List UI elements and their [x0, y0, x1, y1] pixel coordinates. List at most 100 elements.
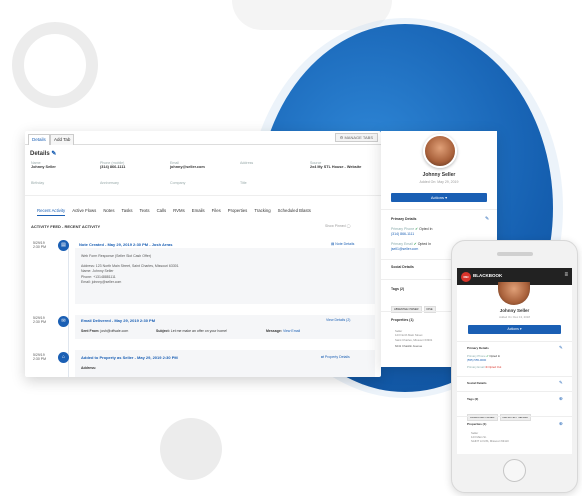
property-item[interactable]: Seller 123 North Main Street Saint Charl… — [395, 329, 432, 349]
add-icon[interactable]: ⊕ — [559, 396, 563, 402]
nav-emails[interactable]: Emails — [192, 208, 205, 213]
primary-email-row: Primary Email ✔ Opted In — [391, 242, 431, 246]
primary-email-value[interactable]: jsell1@seller.com — [391, 247, 418, 251]
divider — [25, 195, 381, 196]
tab-add[interactable]: Add Tab — [50, 134, 75, 145]
details-title-text: Details — [30, 151, 50, 157]
social-heading: Social Details — [467, 381, 487, 385]
check-icon: ✔ — [415, 227, 419, 231]
activity-date: 5/29/19 2:30 PM — [33, 241, 46, 249]
phone-label: Primary Phone — [391, 227, 415, 231]
edit-icon[interactable]: ✎ — [51, 151, 56, 157]
tag-list: ABSENTEE OWNER DISE — [391, 297, 438, 315]
marketing-stage: Details Add Tab ⚙ MANAGE TABS Details ✎ … — [0, 0, 582, 496]
nav-active-flows[interactable]: Active Flows — [72, 208, 96, 213]
decor-dot — [160, 418, 222, 480]
manage-tabs-button[interactable]: ⚙ MANAGE TABS — [334, 133, 378, 142]
note-icon: ▤ — [58, 240, 69, 251]
contact-added: Added On: May 29, 2019 — [419, 180, 459, 184]
tab-details[interactable]: Details — [28, 134, 50, 145]
nav-rvms[interactable]: RVMs — [173, 208, 185, 213]
show-pinned-label: Show Pinned — [325, 224, 346, 228]
decor-ring — [12, 22, 98, 108]
sent-from-label: Sent From: — [81, 329, 100, 333]
view-details-link[interactable]: View Details (2) — [326, 318, 350, 322]
field-value: johnny@seller.com — [170, 165, 205, 169]
field-value: (314) 866-1111 — [100, 165, 126, 169]
add-icon[interactable]: ⊕ — [559, 421, 563, 427]
edit-icon[interactable]: ✎ — [559, 345, 563, 351]
primary-details-heading: Primary Details — [467, 346, 489, 350]
nav-recent-activity[interactable]: Recent Activity — [37, 208, 66, 216]
nav-texts[interactable]: Texts — [140, 208, 150, 213]
property-details-label: Property Details — [324, 355, 350, 359]
actions-button[interactable]: Actions ▾ — [391, 193, 487, 202]
field-name: Name Johnny Seller — [31, 161, 101, 169]
contact-added: Added On: Dec 13, 2018 — [499, 315, 530, 319]
field-value: 2x4 My STL House - Website — [310, 165, 362, 169]
activity-date: 5/29/19 2:30 PM — [33, 353, 46, 361]
property-details-link[interactable]: ⇄ Property Details — [321, 355, 350, 359]
field-company: Company — [170, 181, 186, 185]
email-status: Opted Out — [488, 365, 502, 369]
divider — [381, 209, 497, 210]
brand-logo: REI — [461, 272, 471, 282]
nav-files[interactable]: Files — [212, 208, 221, 213]
email-status: Opted In — [417, 242, 432, 246]
avatar — [423, 134, 457, 168]
email-meta: Sent From: josh@offsale.com — [81, 329, 128, 333]
actions-label: Actions — [507, 327, 519, 331]
field-email: Email johnny@seller.com — [170, 161, 240, 169]
field-value: Johnny Seller — [31, 165, 56, 169]
nav-tracking[interactable]: Tracking — [254, 208, 270, 213]
contact-name: Johnny Seller — [422, 172, 456, 178]
tags-heading: Tags (2) — [391, 287, 405, 291]
phone-status: Opted In — [489, 354, 501, 358]
primary-phone-row: Primary Phone ✔ Opted In — [391, 227, 433, 231]
nav-calls[interactable]: Calls — [157, 208, 167, 213]
edit-icon[interactable]: ✎ — [485, 216, 489, 222]
primary-phone-value[interactable]: (314) 866-1111 — [391, 232, 414, 236]
email-label: Primary Email — [391, 242, 413, 246]
address-label: Address: — [81, 366, 97, 370]
divider — [457, 341, 572, 342]
property-item[interactable]: Seller 123 Main St. SAINT LOUIS, Missour… — [471, 431, 509, 444]
edit-icon[interactable]: ✎ — [559, 380, 563, 386]
show-pinned-toggle[interactable]: Show Pinned ◯ — [325, 224, 351, 228]
actions-button[interactable]: Actions ▾ — [468, 325, 561, 334]
divider — [457, 416, 572, 417]
activity-nav: Recent Activity Active Flows Notes Tasks Tex… — [37, 208, 318, 216]
nav-properties[interactable]: Properties — [228, 208, 248, 213]
home-icon: ⌂ — [58, 352, 69, 363]
field-address: Address — [240, 161, 300, 165]
actions-label: Actions — [430, 195, 444, 200]
phone-home-button[interactable] — [503, 459, 526, 482]
phone-status: Opted In — [419, 227, 433, 231]
nav-tasks[interactable]: Tasks — [122, 208, 133, 213]
properties-heading: Properties (1) — [467, 422, 487, 426]
activity-title: Email Delivered - May 29, 2019 2:30 PM — [81, 318, 156, 323]
nav-notes[interactable]: Notes — [103, 208, 114, 213]
email-subject: Subject: Let me make an offer on your ho… — [156, 329, 227, 333]
manage-tabs-label: MANAGE TABS — [344, 135, 373, 140]
view-email-link[interactable]: View Email — [283, 329, 300, 333]
nav-scheduled-blasts[interactable]: Scheduled Blasts — [278, 208, 311, 213]
contact-name: Johnny Seller — [499, 308, 530, 313]
property-address-line: SAINT LOUIS, Missouri 63110 — [471, 439, 509, 444]
field-anniversary: Anniversary — [100, 181, 119, 185]
property-address-line: Saint Charles, Missouri 63301 — [395, 337, 433, 342]
note-details-link[interactable]: ▤ Note Details — [331, 242, 354, 246]
properties-heading: Properties (1) — [391, 318, 414, 322]
check-icon: ✔ — [413, 242, 417, 246]
field-title: Title — [240, 181, 247, 185]
avatar — [498, 282, 530, 305]
field-source: Source 2x4 My STL House - Website — [310, 161, 380, 169]
phone-speaker — [497, 252, 533, 256]
note-content: Web Form Response (Seller Slot Cash Offe… — [81, 254, 179, 285]
divider — [457, 391, 572, 392]
primary-phone-value[interactable]: (555) 555-0000 — [467, 358, 486, 362]
activity-time-text: 2:30 PM — [33, 245, 47, 249]
tab-bar: Details Add Tab ⚙ MANAGE TABS — [25, 131, 381, 145]
field-label: Address — [240, 161, 254, 165]
menu-icon[interactable]: ≡ — [564, 272, 568, 278]
